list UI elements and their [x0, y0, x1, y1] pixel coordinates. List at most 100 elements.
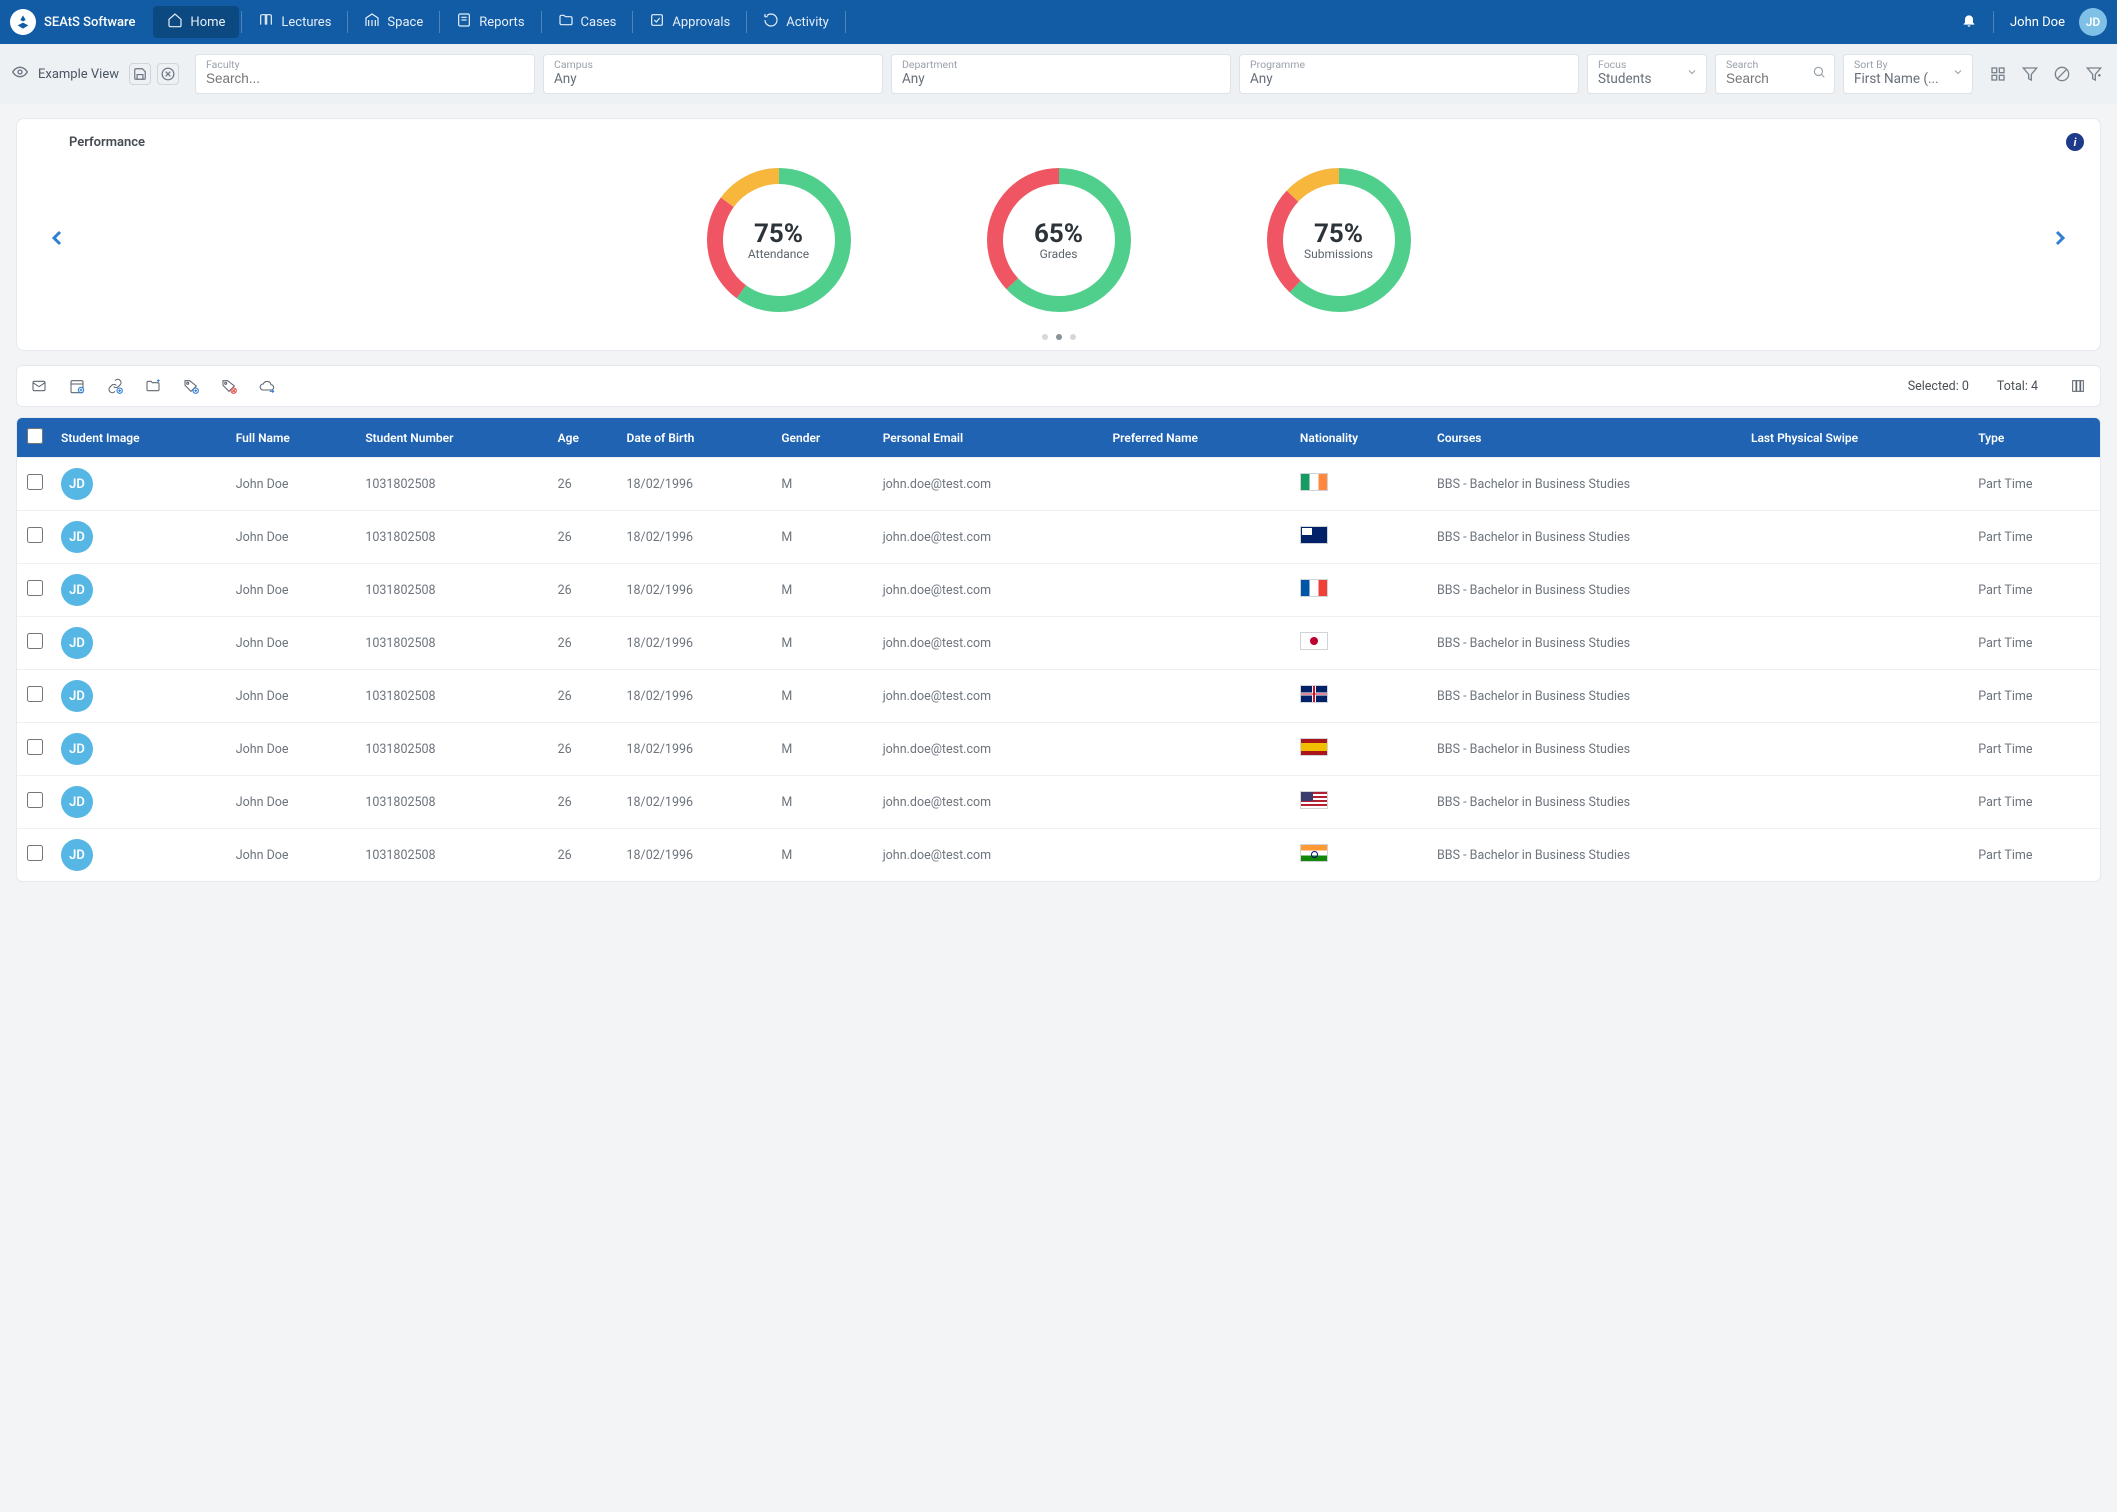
carousel-dot[interactable]: [1070, 334, 1076, 340]
row-checkbox[interactable]: [27, 580, 43, 596]
cell-gender: M: [773, 458, 874, 511]
cell-nationality: [1292, 511, 1429, 564]
visibility-icon[interactable]: [12, 64, 28, 84]
cell-nationality: [1292, 723, 1429, 776]
cell-student-number: 1031802508: [357, 776, 549, 829]
carousel-dot[interactable]: [1056, 334, 1062, 340]
cell-last-swipe: [1743, 458, 1970, 511]
bell-icon[interactable]: [1961, 12, 1977, 32]
advanced-filter-icon[interactable]: [2083, 63, 2105, 85]
select-all-checkbox[interactable]: [27, 428, 43, 444]
cell-type: Part Time: [1970, 564, 2100, 617]
link-add-action-icon[interactable]: [107, 378, 123, 394]
carousel-dot[interactable]: [1042, 334, 1048, 340]
flag-icon: [1300, 526, 1328, 544]
folder-add-action-icon[interactable]: [145, 378, 161, 394]
faculty-search-input[interactable]: [206, 71, 524, 86]
table-row[interactable]: JD John Doe 1031802508 26 18/02/1996 M j…: [17, 617, 2100, 670]
table-row[interactable]: JD John Doe 1031802508 26 18/02/1996 M j…: [17, 458, 2100, 511]
nav-label: Reports: [479, 15, 524, 30]
nav-activity[interactable]: Activity: [749, 6, 843, 38]
cloud-export-action-icon[interactable]: [259, 378, 275, 394]
user-avatar[interactable]: JD: [2079, 8, 2107, 36]
table-row[interactable]: JD John Doe 1031802508 26 18/02/1996 M j…: [17, 511, 2100, 564]
filter-campus[interactable]: Campus Any: [543, 54, 883, 94]
nav-label: Approvals: [672, 15, 730, 30]
filter-icon[interactable]: [2019, 63, 2041, 85]
separator: [1993, 11, 1994, 33]
nav-cases[interactable]: Cases: [544, 6, 631, 38]
separator: [439, 11, 440, 33]
search-input[interactable]: [1726, 71, 1824, 86]
disable-filter-icon[interactable]: [2051, 63, 2073, 85]
col-header[interactable]: Gender: [773, 418, 874, 458]
cell-dob: 18/02/1996: [619, 511, 774, 564]
row-checkbox[interactable]: [27, 474, 43, 490]
row-checkbox[interactable]: [27, 686, 43, 702]
cell-preferred-name: [1104, 829, 1291, 882]
col-header[interactable]: Courses: [1429, 418, 1743, 458]
tag-add-action-icon[interactable]: [183, 378, 199, 394]
col-header[interactable]: Student Image: [53, 418, 228, 458]
filter-faculty[interactable]: Faculty: [195, 54, 535, 94]
nav-label: Activity: [786, 15, 829, 30]
cell-age: 26: [550, 458, 619, 511]
row-checkbox[interactable]: [27, 739, 43, 755]
carousel-next-button[interactable]: [2038, 220, 2082, 260]
separator: [845, 11, 846, 33]
cell-preferred-name: [1104, 723, 1291, 776]
col-header[interactable]: Last Physical Swipe: [1743, 418, 1970, 458]
clear-view-button[interactable]: [157, 63, 179, 85]
cell-preferred-name: [1104, 670, 1291, 723]
cell-type: Part Time: [1970, 776, 2100, 829]
row-checkbox[interactable]: [27, 633, 43, 649]
cell-preferred-name: [1104, 564, 1291, 617]
col-header[interactable]: Student Number: [357, 418, 549, 458]
filter-label: Faculty: [206, 59, 524, 71]
filter-sort[interactable]: Sort By First Name (...: [1843, 54, 1973, 94]
table-row[interactable]: JD John Doe 1031802508 26 18/02/1996 M j…: [17, 776, 2100, 829]
table-row[interactable]: JD John Doe 1031802508 26 18/02/1996 M j…: [17, 723, 2100, 776]
col-header[interactable]: Type: [1970, 418, 2100, 458]
filter-department[interactable]: Department Any: [891, 54, 1231, 94]
row-checkbox[interactable]: [27, 527, 43, 543]
filter-focus[interactable]: Focus Students: [1587, 54, 1707, 94]
nav-approvals[interactable]: Approvals: [635, 6, 744, 38]
cell-student-number: 1031802508: [357, 511, 549, 564]
columns-icon[interactable]: [2070, 378, 2086, 394]
carousel-prev-button[interactable]: [35, 220, 79, 260]
donut-label: Grades: [1040, 247, 1078, 261]
select-all-header[interactable]: [17, 418, 53, 458]
col-header[interactable]: Personal Email: [875, 418, 1105, 458]
cell-gender: M: [773, 829, 874, 882]
table-row[interactable]: JD John Doe 1031802508 26 18/02/1996 M j…: [17, 670, 2100, 723]
col-header[interactable]: Date of Birth: [619, 418, 774, 458]
col-header[interactable]: Full Name: [228, 418, 358, 458]
col-header[interactable]: Age: [550, 418, 619, 458]
col-header[interactable]: Nationality: [1292, 418, 1429, 458]
col-header[interactable]: Preferred Name: [1104, 418, 1291, 458]
row-checkbox[interactable]: [27, 845, 43, 861]
nav-lectures[interactable]: Lectures: [244, 6, 345, 38]
user-name[interactable]: John Doe: [2010, 15, 2065, 30]
save-view-button[interactable]: [129, 63, 151, 85]
tag-remove-action-icon[interactable]: [221, 378, 237, 394]
filter-programme[interactable]: Programme Any: [1239, 54, 1579, 94]
nav-reports[interactable]: Reports: [442, 6, 538, 38]
table-row[interactable]: JD John Doe 1031802508 26 18/02/1996 M j…: [17, 564, 2100, 617]
nav-home[interactable]: Home: [153, 6, 239, 38]
cell-nationality: [1292, 776, 1429, 829]
cell-last-swipe: [1743, 511, 1970, 564]
cell-email: john.doe@test.com: [875, 617, 1105, 670]
filter-search[interactable]: Search: [1715, 54, 1835, 94]
cell-courses: BBS - Bachelor in Business Studies: [1429, 723, 1743, 776]
info-icon[interactable]: i: [2066, 133, 2084, 151]
cell-gender: M: [773, 723, 874, 776]
email-action-icon[interactable]: [31, 378, 47, 394]
row-checkbox[interactable]: [27, 792, 43, 808]
calendar-add-action-icon[interactable]: [69, 378, 85, 394]
flag-icon: [1300, 791, 1328, 809]
grid-view-icon[interactable]: [1987, 63, 2009, 85]
nav-space[interactable]: Space: [350, 6, 437, 38]
table-row[interactable]: JD John Doe 1031802508 26 18/02/1996 M j…: [17, 829, 2100, 882]
